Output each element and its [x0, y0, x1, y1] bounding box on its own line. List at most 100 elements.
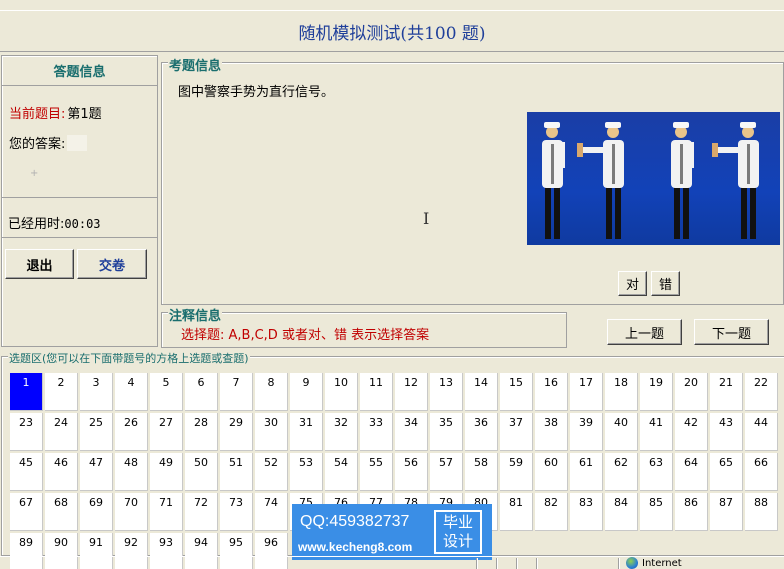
question-cell-86[interactable]: 86 [675, 493, 708, 531]
question-cell-13[interactable]: 13 [430, 373, 463, 411]
text-cursor-icon: I [423, 209, 430, 228]
question-cell-61[interactable]: 61 [570, 453, 603, 491]
question-cell-42[interactable]: 42 [675, 413, 708, 451]
question-cell-81[interactable]: 81 [500, 493, 533, 531]
question-cell-84[interactable]: 84 [605, 493, 638, 531]
question-cell-34[interactable]: 34 [395, 413, 428, 451]
question-cell-68[interactable]: 68 [45, 493, 78, 531]
question-cell-40[interactable]: 40 [605, 413, 638, 451]
question-cell-33[interactable]: 33 [360, 413, 393, 451]
question-cell-73[interactable]: 73 [220, 493, 253, 531]
question-cell-7[interactable]: 7 [220, 373, 253, 411]
false-button[interactable]: 错 [651, 271, 680, 296]
question-cell-1[interactable]: 1 [10, 373, 43, 411]
question-cell-85[interactable]: 85 [640, 493, 673, 531]
question-cell-49[interactable]: 49 [150, 453, 183, 491]
question-cell-9[interactable]: 9 [290, 373, 323, 411]
question-cell-45[interactable]: 45 [10, 453, 43, 491]
question-cell-59[interactable]: 59 [500, 453, 533, 491]
prev-question-button[interactable]: 上一题 [607, 319, 682, 345]
title-bar: 随机模拟测试(共100 题) [0, 10, 784, 52]
question-cell-88[interactable]: 88 [745, 493, 778, 531]
watermark-badge: 毕业 设计 [434, 510, 482, 554]
question-cell-25[interactable]: 25 [80, 413, 113, 451]
question-cell-35[interactable]: 35 [430, 413, 463, 451]
question-cell-37[interactable]: 37 [500, 413, 533, 451]
question-cell-5[interactable]: 5 [150, 373, 183, 411]
question-cell-53[interactable]: 53 [290, 453, 323, 491]
question-cell-32[interactable]: 32 [325, 413, 358, 451]
question-cell-43[interactable]: 43 [710, 413, 743, 451]
question-cell-15[interactable]: 15 [500, 373, 533, 411]
question-cell-44[interactable]: 44 [745, 413, 778, 451]
elapsed-time-row: 已经用时:00:03 [8, 213, 101, 232]
question-cell-39[interactable]: 39 [570, 413, 603, 451]
question-cell-26[interactable]: 26 [115, 413, 148, 451]
question-cell-50[interactable]: 50 [185, 453, 218, 491]
divider [2, 197, 157, 198]
question-cell-70[interactable]: 70 [115, 493, 148, 531]
true-button[interactable]: 对 [618, 271, 647, 296]
question-cell-62[interactable]: 62 [605, 453, 638, 491]
question-cell-57[interactable]: 57 [430, 453, 463, 491]
question-cell-82[interactable]: 82 [535, 493, 568, 531]
question-cell-56[interactable]: 56 [395, 453, 428, 491]
question-cell-14[interactable]: 14 [465, 373, 498, 411]
question-cell-4[interactable]: 4 [115, 373, 148, 411]
question-cell-19[interactable]: 19 [640, 373, 673, 411]
status-bar: Internet [0, 556, 784, 569]
question-cell-65[interactable]: 65 [710, 453, 743, 491]
question-cell-63[interactable]: 63 [640, 453, 673, 491]
question-cell-54[interactable]: 54 [325, 453, 358, 491]
exit-button[interactable]: 退出 [5, 249, 74, 279]
question-cell-29[interactable]: 29 [220, 413, 253, 451]
question-cell-64[interactable]: 64 [675, 453, 708, 491]
question-cell-12[interactable]: 12 [395, 373, 428, 411]
question-cell-28[interactable]: 28 [185, 413, 218, 451]
question-cell-41[interactable]: 41 [640, 413, 673, 451]
question-cell-18[interactable]: 18 [605, 373, 638, 411]
question-cell-60[interactable]: 60 [535, 453, 568, 491]
globe-icon [626, 557, 638, 569]
question-cell-27[interactable]: 27 [150, 413, 183, 451]
watermark-badge-line2: 设计 [442, 532, 473, 550]
question-cell-30[interactable]: 30 [255, 413, 288, 451]
question-cell-10[interactable]: 10 [325, 373, 358, 411]
question-cell-8[interactable]: 8 [255, 373, 288, 411]
question-cell-71[interactable]: 71 [150, 493, 183, 531]
question-cell-58[interactable]: 58 [465, 453, 498, 491]
note-info-title: 注释信息 [168, 305, 223, 324]
question-cell-52[interactable]: 52 [255, 453, 288, 491]
question-cell-3[interactable]: 3 [80, 373, 113, 411]
question-cell-16[interactable]: 16 [535, 373, 568, 411]
status-divider [618, 558, 620, 569]
question-cell-72[interactable]: 72 [185, 493, 218, 531]
question-cell-2[interactable]: 2 [45, 373, 78, 411]
question-cell-36[interactable]: 36 [465, 413, 498, 451]
question-cell-48[interactable]: 48 [115, 453, 148, 491]
submit-exam-button[interactable]: 交卷 [77, 249, 147, 279]
question-cell-83[interactable]: 83 [570, 493, 603, 531]
elapsed-time-value: 00:03 [64, 217, 101, 231]
question-cell-20[interactable]: 20 [675, 373, 708, 411]
question-cell-11[interactable]: 11 [360, 373, 393, 411]
question-cell-24[interactable]: 24 [45, 413, 78, 451]
question-cell-66[interactable]: 66 [745, 453, 778, 491]
question-cell-6[interactable]: 6 [185, 373, 218, 411]
question-cell-22[interactable]: 22 [745, 373, 778, 411]
question-cell-47[interactable]: 47 [80, 453, 113, 491]
question-cell-87[interactable]: 87 [710, 493, 743, 531]
question-cell-38[interactable]: 38 [535, 413, 568, 451]
next-question-button[interactable]: 下一题 [694, 319, 769, 345]
question-cell-21[interactable]: 21 [710, 373, 743, 411]
question-cell-74[interactable]: 74 [255, 493, 288, 531]
question-cell-51[interactable]: 51 [220, 453, 253, 491]
question-cell-31[interactable]: 31 [290, 413, 323, 451]
question-cell-17[interactable]: 17 [570, 373, 603, 411]
question-cell-46[interactable]: 46 [45, 453, 78, 491]
question-cell-67[interactable]: 67 [10, 493, 43, 531]
question-cell-23[interactable]: 23 [10, 413, 43, 451]
question-cell-69[interactable]: 69 [80, 493, 113, 531]
question-cell-55[interactable]: 55 [360, 453, 393, 491]
current-question-value: 第1题 [67, 107, 102, 122]
